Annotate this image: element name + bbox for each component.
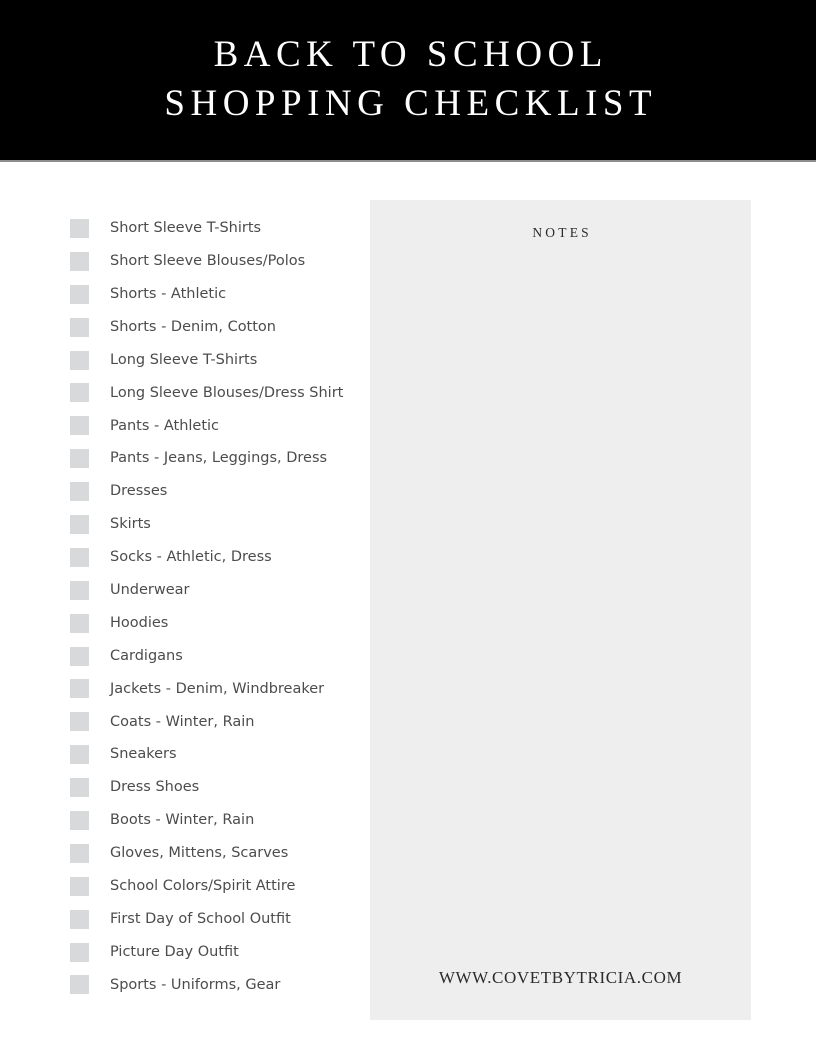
checkbox-icon[interactable] [70,284,89,304]
checklist-row[interactable]: Long Sleeve Blouses/Dress Shirt [70,376,360,409]
checkbox-icon[interactable] [70,810,89,830]
notes-heading: NOTES [532,225,592,240]
checklist-row[interactable]: Underwear [70,574,360,607]
checkbox-icon[interactable] [70,876,89,896]
checklist-row[interactable]: Sports - Uniforms, Gear [70,968,360,1001]
checkbox-icon[interactable] [70,514,89,534]
checkbox-icon[interactable] [70,580,89,600]
checkbox-icon[interactable] [70,482,89,502]
checklist-item-label: Cardigans [110,647,183,664]
checklist-item-label: Hoodies [110,614,169,631]
checklist-row[interactable]: Coats - Winter, Rain [70,705,360,738]
checklist-item-label: Shorts - Denim, Cotton [110,318,276,335]
checklist-item-label: Coats - Winter, Rain [110,713,255,730]
page-title-line-2: SHOPPING CHECKLIST [164,83,658,124]
checklist-item-label: Gloves, Mittens, Scarves [110,845,289,862]
checklist-row[interactable]: Cardigans [70,640,360,673]
checkbox-icon[interactable] [70,416,89,436]
notes-panel[interactable]: NOTES WWW.COVETBYTRICIA.COM [370,200,751,1020]
checklist-row[interactable]: Shorts - Athletic [70,278,360,311]
checklist-item-label: Pants - Jeans, Leggings, Dress [110,450,328,467]
checkbox-icon[interactable] [70,843,89,863]
checklist-item-label: Jackets - Denim, Windbreaker [110,680,325,697]
checklist-row[interactable]: Hoodies [70,607,360,640]
checklist-item-label: Dresses [110,483,168,500]
checklist-row[interactable]: Shorts - Denim, Cotton [70,311,360,344]
checklist-item-label: Dress Shoes [110,779,200,796]
checklist-row[interactable]: Short Sleeve T-Shirts [70,212,360,245]
checklist-item-label: Pants - Athletic [110,417,220,434]
checkbox-icon[interactable] [70,383,89,403]
checklist-item-label: Short Sleeve Blouses/Polos [110,253,306,270]
website-url: WWW.COVETBYTRICIA.COM [438,968,683,987]
checkbox-icon[interactable] [70,975,89,995]
checklist-item-label: First Day of School Outfit [110,910,291,927]
checklist-row[interactable]: Gloves, Mittens, Scarves [70,837,360,870]
checkbox-icon[interactable] [70,613,89,633]
checklist-item-label: Underwear [110,581,190,598]
checkbox-icon[interactable] [70,317,89,337]
checklist-row[interactable]: Dresses [70,475,360,508]
checklist-row[interactable]: Boots - Winter, Rain [70,804,360,837]
checklist-row[interactable]: Sneakers [70,738,360,771]
checkbox-icon[interactable] [70,942,89,962]
checklist-item-label: Picture Day Outfit [110,943,239,960]
checkbox-icon[interactable] [70,909,89,929]
page-title: BACK TO SCHOOL SHOPPING CHECKLIST [0,0,816,160]
checklist: Short Sleeve T-Shirts Short Sleeve Blouse… [70,212,360,1001]
checklist-row[interactable]: Skirts [70,508,360,541]
page-title-line-1: BACK TO SCHOOL [213,34,608,76]
checkbox-icon[interactable] [70,547,89,567]
checkbox-icon[interactable] [70,218,89,238]
checkbox-icon[interactable] [70,449,89,469]
checklist-item-label: Long Sleeve Blouses/Dress Shirt [110,384,344,401]
checkbox-icon[interactable] [70,646,89,666]
checklist-item-label: Long Sleeve T-Shirts [110,351,258,368]
checkbox-icon[interactable] [70,251,89,271]
checklist-row[interactable]: Short Sleeve Blouses/Polos [70,245,360,278]
checkbox-icon[interactable] [70,712,89,732]
checklist-item-label: Skirts [110,516,151,533]
checklist-row[interactable]: Long Sleeve T-Shirts [70,344,360,377]
checkbox-icon[interactable] [70,679,89,699]
checklist-item-label: Shorts - Athletic [110,285,227,302]
checkbox-icon[interactable] [70,745,89,765]
checkbox-icon[interactable] [70,778,89,798]
header-divider-rule [0,160,816,162]
checklist-row[interactable]: Socks - Athletic, Dress [70,541,360,574]
checklist-item-label: Sports - Uniforms, Gear [110,976,281,993]
checklist-item-label: Socks - Athletic, Dress [110,549,272,566]
checklist-row[interactable]: First Day of School Outfit [70,903,360,936]
checklist-item-label: Sneakers [110,746,177,763]
checklist-row[interactable]: Picture Day Outfit [70,936,360,969]
checklist-row[interactable]: Pants - Athletic [70,409,360,442]
checklist-row[interactable]: School Colors/Spirit Attire [70,870,360,903]
checklist-item-label: Short Sleeve T-Shirts [110,220,262,237]
checklist-item-label: Boots - Winter, Rain [110,812,255,829]
checkbox-icon[interactable] [70,350,89,370]
checklist-item-label: School Colors/Spirit Attire [110,878,296,894]
checklist-row[interactable]: Jackets - Denim, Windbreaker [70,672,360,705]
checklist-row[interactable]: Pants - Jeans, Leggings, Dress [70,442,360,475]
checklist-row[interactable]: Dress Shoes [70,771,360,804]
